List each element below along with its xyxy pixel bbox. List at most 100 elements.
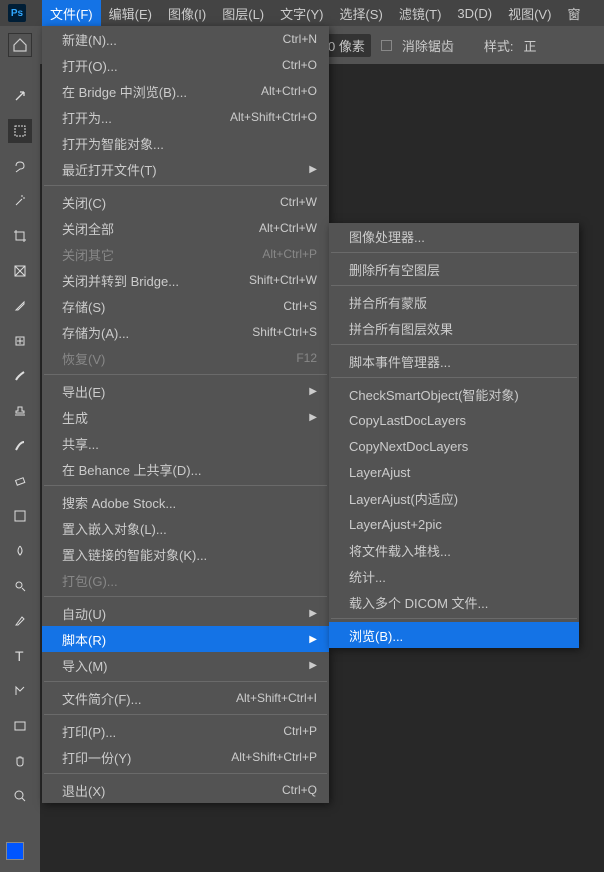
menu-item[interactable]: 置入链接的智能对象(K)... — [42, 541, 329, 567]
menu-item[interactable]: 导入(M)▶ — [42, 652, 329, 678]
magic-tool[interactable] — [8, 189, 32, 213]
submenu-arrow-icon: ▶ — [309, 608, 317, 619]
menu-item-label: LayerAjust+2pic — [349, 517, 442, 532]
menu-shortcut: Alt+Ctrl+P — [262, 247, 317, 261]
menu-item[interactable]: 关闭(C)Ctrl+W — [42, 189, 329, 215]
svg-text:T: T — [15, 648, 24, 664]
menu-item[interactable]: 打开(O)...Ctrl+O — [42, 52, 329, 78]
brush-tool[interactable] — [8, 364, 32, 388]
menu-item[interactable]: 新建(N)...Ctrl+N — [42, 26, 329, 52]
gradient-tool[interactable] — [8, 504, 32, 528]
menu-item[interactable]: 3D(D) — [449, 2, 500, 25]
menu-item[interactable]: 载入多个 DICOM 文件... — [329, 589, 579, 615]
menu-item[interactable]: 搜索 Adobe Stock... — [42, 489, 329, 515]
menu-item[interactable]: 图像(I) — [160, 0, 214, 27]
menu-shortcut: Ctrl+W — [280, 195, 317, 209]
menu-item[interactable]: 编辑(E) — [101, 0, 160, 27]
menu-item[interactable]: 存储(S)Ctrl+S — [42, 293, 329, 319]
menu-item[interactable]: 打印(P)...Ctrl+P — [42, 718, 329, 744]
menu-item[interactable]: 图层(L) — [214, 0, 272, 27]
submenu-arrow-icon: ▶ — [309, 634, 317, 645]
menu-item[interactable]: 生成▶ — [42, 404, 329, 430]
menu-item-label: 导出(E) — [62, 382, 105, 401]
antialias-checkbox[interactable] — [381, 40, 392, 51]
menu-item[interactable]: 关闭全部Alt+Ctrl+W — [42, 215, 329, 241]
menu-item: 恢复(V)F12 — [42, 345, 329, 371]
menu-item[interactable]: 脚本(R)▶ — [42, 626, 329, 652]
menu-item[interactable]: 统计... — [329, 563, 579, 589]
lasso-tool[interactable] — [8, 154, 32, 178]
color-swatch[interactable] — [6, 842, 32, 868]
crop-tool[interactable] — [8, 224, 32, 248]
menu-item[interactable]: 拼合所有蒙版 — [329, 289, 579, 315]
menu-item[interactable]: 在 Bridge 中浏览(B)...Alt+Ctrl+O — [42, 78, 329, 104]
eraser-tool[interactable] — [8, 469, 32, 493]
menu-separator — [44, 773, 327, 774]
frame-tool[interactable] — [8, 259, 32, 283]
menu-item[interactable]: 将文件载入堆栈... — [329, 537, 579, 563]
menu-item[interactable]: 选择(S) — [331, 0, 390, 27]
home-button[interactable] — [8, 33, 32, 57]
menu-item-label: 浏览(B)... — [349, 626, 403, 645]
menu-item[interactable]: CheckSmartObject(智能对象) — [329, 381, 579, 407]
menu-item-label: 删除所有空图层 — [349, 260, 440, 279]
stamp-tool[interactable] — [8, 399, 32, 423]
menu-item[interactable]: 最近打开文件(T)▶ — [42, 156, 329, 182]
menu-item[interactable]: 文件(F) — [42, 0, 101, 27]
menu-shortcut: Alt+Shift+Ctrl+I — [236, 691, 317, 705]
pen-tool[interactable] — [8, 609, 32, 633]
menu-item[interactable]: 关闭并转到 Bridge...Shift+Ctrl+W — [42, 267, 329, 293]
menu-item[interactable]: 图像处理器... — [329, 223, 579, 249]
menu-item[interactable]: 脚本事件管理器... — [329, 348, 579, 374]
type-tool[interactable]: T — [8, 644, 32, 668]
menu-item-label: 生成 — [62, 408, 88, 427]
zoom-tool[interactable] — [8, 784, 32, 808]
menubar: 文件(F)编辑(E)图像(I)图层(L)文字(Y)选择(S)滤镜(T)3D(D)… — [0, 0, 604, 26]
menu-item[interactable]: 打开为...Alt+Shift+Ctrl+O — [42, 104, 329, 130]
menu-item[interactable]: 自动(U)▶ — [42, 600, 329, 626]
eyedropper-tool[interactable] — [8, 294, 32, 318]
hand-tool[interactable] — [8, 749, 32, 773]
menu-item[interactable]: 导出(E)▶ — [42, 378, 329, 404]
menu-item[interactable]: LayerAjust — [329, 459, 579, 485]
marquee-tool[interactable] — [8, 119, 32, 143]
menu-separator — [331, 285, 577, 286]
menu-item[interactable]: 在 Behance 上共享(D)... — [42, 456, 329, 482]
menu-separator — [331, 344, 577, 345]
style-value: 正 — [523, 36, 536, 55]
menu-item[interactable]: 视图(V) — [500, 0, 559, 27]
history-tool[interactable] — [8, 434, 32, 458]
menu-item-label: 打开为... — [62, 108, 112, 127]
menu-item[interactable]: 共享... — [42, 430, 329, 456]
menu-item[interactable]: 退出(X)Ctrl+Q — [42, 777, 329, 803]
move-tool[interactable] — [8, 84, 32, 108]
menu-item[interactable]: CopyLastDocLayers — [329, 407, 579, 433]
menu-item-label: 共享... — [62, 434, 99, 453]
menu-item[interactable]: 滤镜(T) — [391, 0, 450, 27]
rect-tool[interactable] — [8, 714, 32, 738]
blur-tool[interactable] — [8, 539, 32, 563]
menu-item[interactable]: 浏览(B)... — [329, 622, 579, 648]
menu-item[interactable]: LayerAjust+2pic — [329, 511, 579, 537]
menu-item[interactable]: 存储为(A)...Shift+Ctrl+S — [42, 319, 329, 345]
menu-item[interactable]: LayerAjust(内适应) — [329, 485, 579, 511]
path-tool[interactable] — [8, 679, 32, 703]
dodge-tool[interactable] — [8, 574, 32, 598]
menu-item[interactable]: 置入嵌入对象(L)... — [42, 515, 329, 541]
menu-item[interactable]: CopyNextDocLayers — [329, 433, 579, 459]
menu-item[interactable]: 文字(Y) — [272, 0, 331, 27]
toolbar: T — [0, 64, 40, 872]
menu-item[interactable]: 文件简介(F)...Alt+Shift+Ctrl+I — [42, 685, 329, 711]
menu-item[interactable]: 打开为智能对象... — [42, 130, 329, 156]
menu-item[interactable]: 拼合所有图层效果 — [329, 315, 579, 341]
menu-item[interactable]: 删除所有空图层 — [329, 256, 579, 282]
menu-item[interactable]: 窗 — [559, 0, 588, 27]
menu-item-label: CopyLastDocLayers — [349, 413, 466, 428]
menu-item-label: 在 Behance 上共享(D)... — [62, 460, 201, 479]
heal-tool[interactable] — [8, 329, 32, 353]
menu-item-label: LayerAjust(内适应) — [349, 489, 458, 508]
menu-item[interactable]: 打印一份(Y)Alt+Shift+Ctrl+P — [42, 744, 329, 770]
menu-shortcut: Shift+Ctrl+S — [252, 325, 317, 339]
pixel-value-field[interactable]: 0 像素 — [322, 34, 371, 57]
menu-item-label: 在 Bridge 中浏览(B)... — [62, 82, 187, 101]
